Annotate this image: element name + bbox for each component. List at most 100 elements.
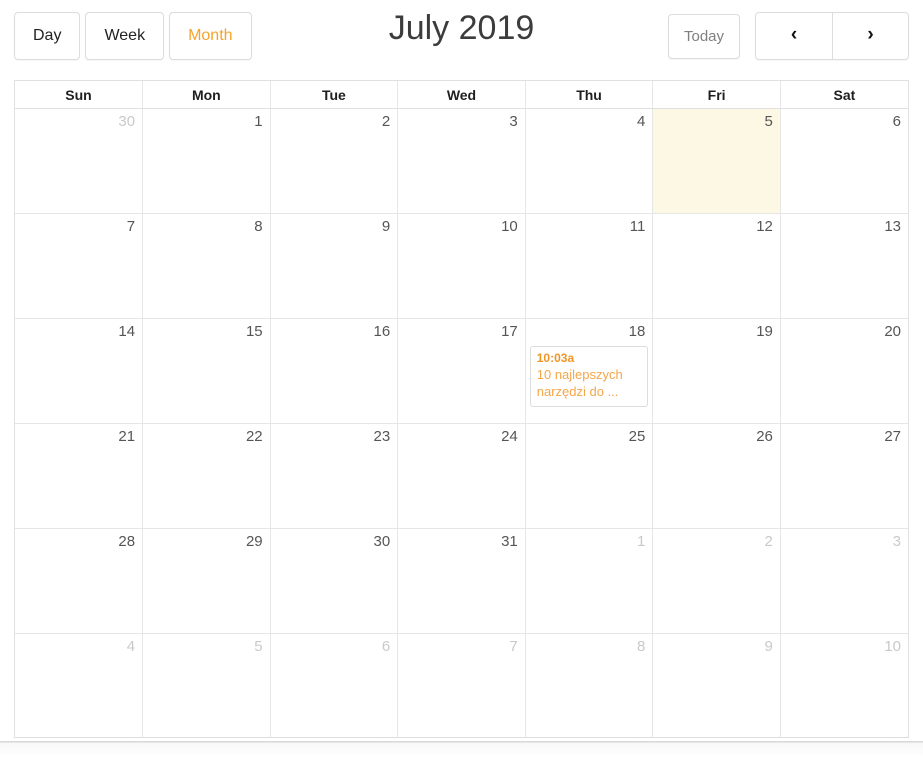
day-number: 17 [501, 323, 518, 340]
day-cell[interactable]: 5 [142, 633, 271, 738]
calendar-table: Sun Mon Tue Wed Thu Fri Sat 30 1 2 3 4 5 6 7 8 9 1… [15, 81, 908, 738]
day-number: 9 [764, 638, 773, 655]
calendar-week-row: 21 22 23 24 25 26 27 [15, 423, 908, 529]
day-cell[interactable]: 30 [270, 528, 399, 634]
day-cell[interactable]: 2 [270, 108, 399, 214]
month-nav-group: ‹ › [755, 12, 909, 60]
day-cell[interactable]: 1 [142, 108, 271, 214]
day-cell[interactable]: 3 [397, 108, 526, 214]
day-cell[interactable]: 30 [15, 108, 144, 214]
day-number: 15 [245, 323, 263, 340]
calendar-week-row: 7 8 9 10 11 12 13 [15, 213, 908, 319]
day-number: 8 [636, 638, 646, 655]
day-cell[interactable]: 25 [525, 423, 654, 529]
day-cell[interactable]: 4 [525, 108, 654, 214]
day-cell[interactable]: 4 [15, 633, 144, 738]
day-number: 12 [756, 218, 773, 235]
day-number: 16 [373, 323, 391, 340]
day-number: 30 [118, 113, 136, 130]
day-number: 26 [756, 428, 773, 445]
day-number: 1 [636, 533, 646, 550]
day-cell[interactable]: 24 [397, 423, 526, 529]
day-cell[interactable]: 14 [15, 318, 144, 424]
day-cell[interactable]: 6 [780, 108, 908, 214]
day-cell[interactable]: 26 [652, 423, 781, 529]
day-number: 9 [381, 218, 391, 235]
calendar-event[interactable]: 10:03a 10 najlepszych narzędzi do ... [529, 346, 649, 407]
chevron-left-icon: ‹ [790, 24, 798, 45]
day-number: 14 [118, 323, 136, 340]
day-number: 28 [118, 533, 136, 550]
weekday-header-thu: Thu [525, 81, 654, 109]
calendar-week-row: 30 1 2 3 4 5 6 [15, 108, 908, 214]
day-cell[interactable]: 10 [397, 213, 526, 319]
event-title: 10 najlepszych narzędzi do ... [536, 367, 623, 399]
day-cell[interactable]: 15 [142, 318, 271, 424]
day-cell[interactable]: 9 [652, 633, 781, 738]
day-cell[interactable]: 19 [652, 318, 781, 424]
day-number: 10 [884, 638, 901, 655]
day-number: 5 [254, 638, 263, 655]
weekday-header-row: Sun Mon Tue Wed Thu Fri Sat [15, 81, 908, 109]
weekday-header-mon: Mon [142, 81, 271, 109]
day-cell[interactable]: 11 [525, 213, 654, 319]
calendar-week-row: 4 5 6 7 8 9 10 [15, 633, 908, 739]
day-number: 23 [373, 428, 391, 445]
day-cell[interactable]: 31 [397, 528, 526, 634]
day-cell[interactable]: 23 [270, 423, 399, 529]
day-number: 10 [501, 218, 518, 235]
day-cell[interactable]: 8 [525, 633, 654, 738]
day-cell[interactable]: 18 10:03a 10 najlepszych narzędzi do ... [525, 318, 654, 424]
day-cell[interactable]: 1 [525, 528, 654, 634]
day-cell[interactable]: 22 [142, 423, 271, 529]
day-number: 29 [245, 533, 263, 550]
day-number: 31 [501, 533, 518, 550]
prev-month-button[interactable]: ‹ [755, 12, 832, 60]
today-button[interactable]: Today [668, 14, 741, 59]
weekday-header-sat: Sat [780, 81, 908, 109]
day-number: 22 [245, 428, 263, 445]
day-cell[interactable]: 28 [15, 528, 144, 634]
day-number: 4 [126, 638, 136, 655]
weekday-header-fri: Fri [652, 81, 781, 109]
day-number: 27 [884, 428, 901, 445]
day-cell[interactable]: 6 [270, 633, 399, 738]
day-number: 4 [636, 113, 646, 130]
calendar-week-row: 14 15 16 17 18 10:03a 10 najlepszych narzędzi … [15, 318, 908, 424]
day-cell[interactable]: 3 [780, 528, 908, 634]
day-cell[interactable]: 17 [397, 318, 526, 424]
day-cell[interactable]: 7 [397, 633, 526, 738]
day-number: 7 [509, 638, 518, 655]
day-cell[interactable]: 21 [15, 423, 144, 529]
day-cell[interactable]: 10 [780, 634, 908, 739]
next-month-button[interactable]: › [832, 12, 909, 60]
calendar-head: Sun Mon Tue Wed Thu Fri Sat [15, 81, 908, 109]
weekday-header-wed: Wed [397, 81, 526, 109]
day-cell[interactable]: 29 [142, 528, 271, 634]
calendar-toolbar: Day Week Month July 2019 Today ‹ › [0, 0, 923, 74]
day-cell[interactable]: 12 [652, 213, 781, 319]
weekday-header-sun: Sun [15, 81, 144, 109]
day-cell[interactable]: 9 [270, 213, 399, 319]
day-number: 18 [628, 323, 646, 340]
calendar-body: 30 1 2 3 4 5 6 7 8 9 10 11 12 13 14 15 16 17 18 10:03a 10 na… [15, 108, 908, 739]
month-grid: Sun Mon Tue Wed Thu Fri Sat 30 1 2 3 4 5 6 7 8 9 1… [14, 80, 909, 738]
page-bottom-edge [0, 741, 923, 757]
day-cell[interactable]: 27 [780, 423, 908, 529]
day-cell[interactable]: 13 [780, 213, 908, 319]
day-cell-today[interactable]: 5 [652, 108, 781, 214]
weekday-header-tue: Tue [270, 81, 399, 109]
day-number: 3 [509, 113, 518, 130]
day-cell[interactable]: 16 [270, 318, 399, 424]
day-number: 7 [126, 218, 136, 235]
chevron-right-icon: › [867, 24, 874, 45]
day-cell[interactable]: 2 [652, 528, 781, 634]
day-number: 13 [884, 218, 901, 235]
day-cell[interactable]: 8 [142, 213, 271, 319]
day-number: 3 [892, 533, 901, 550]
day-number: 25 [628, 428, 646, 445]
day-cell[interactable]: 7 [15, 213, 144, 319]
day-number: 20 [884, 323, 901, 340]
calendar-week-row: 28 29 30 31 1 2 3 [15, 528, 908, 634]
day-cell[interactable]: 20 [780, 318, 908, 424]
